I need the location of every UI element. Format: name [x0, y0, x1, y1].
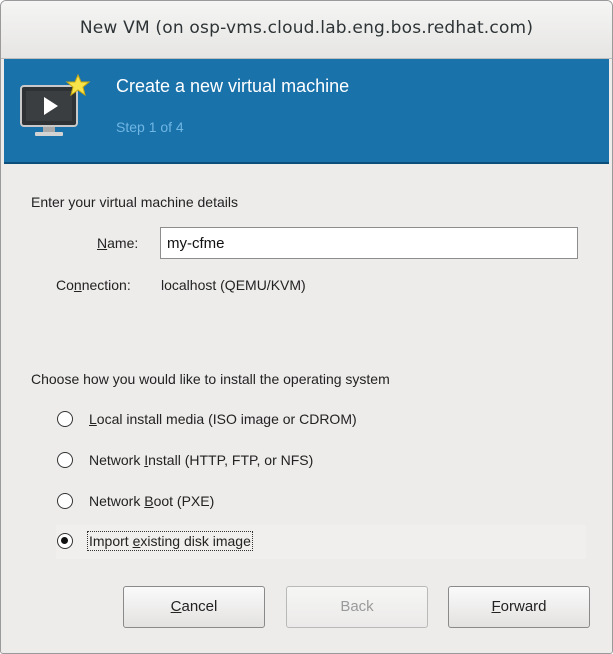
title-bar[interactable]: New VM (on osp-vms.cloud.lab.eng.bos.red…: [1, 1, 612, 59]
radio-label: Import existing disk image: [87, 531, 253, 551]
radio-button[interactable]: [57, 411, 73, 427]
details-section-label: Enter your virtual machine details: [31, 194, 238, 210]
radio-network-install[interactable]: Network Install (HTTP, FTP, or NFS): [56, 444, 586, 478]
new-vm-dialog: New VM (on osp-vms.cloud.lab.eng.bos.red…: [0, 0, 613, 654]
install-section-label: Choose how you would like to install the…: [31, 371, 390, 387]
connection-value: localhost (QEMU/KVM): [161, 277, 306, 293]
radio-button-selected[interactable]: [57, 533, 73, 549]
radio-local-install-media[interactable]: Local install media (ISO image or CDROM): [56, 403, 586, 437]
radio-button[interactable]: [57, 493, 73, 509]
radio-label: Network Boot (PXE): [89, 493, 215, 509]
radio-label: Network Install (HTTP, FTP, or NFS): [89, 452, 314, 468]
connection-label: Connection:: [56, 277, 131, 293]
step-indicator: Step 1 of 4: [116, 119, 184, 135]
forward-button[interactable]: Forward: [448, 586, 590, 628]
window-title: New VM (on osp-vms.cloud.lab.eng.bos.red…: [79, 18, 534, 38]
monitor-play-star-icon: [20, 73, 91, 136]
radio-import-existing-disk-image[interactable]: Import existing disk image: [56, 525, 586, 559]
name-field[interactable]: [160, 227, 578, 259]
cancel-button[interactable]: Cancel: [123, 586, 265, 628]
wizard-banner: Create a new virtual machine Step 1 of 4: [4, 59, 609, 164]
radio-button[interactable]: [57, 452, 73, 468]
name-label: Name:: [97, 235, 139, 251]
radio-network-boot[interactable]: Network Boot (PXE): [56, 485, 586, 519]
back-button[interactable]: Back: [286, 586, 428, 628]
radio-label: Local install media (ISO image or CDROM): [89, 411, 357, 427]
banner-heading: Create a new virtual machine: [116, 76, 350, 96]
